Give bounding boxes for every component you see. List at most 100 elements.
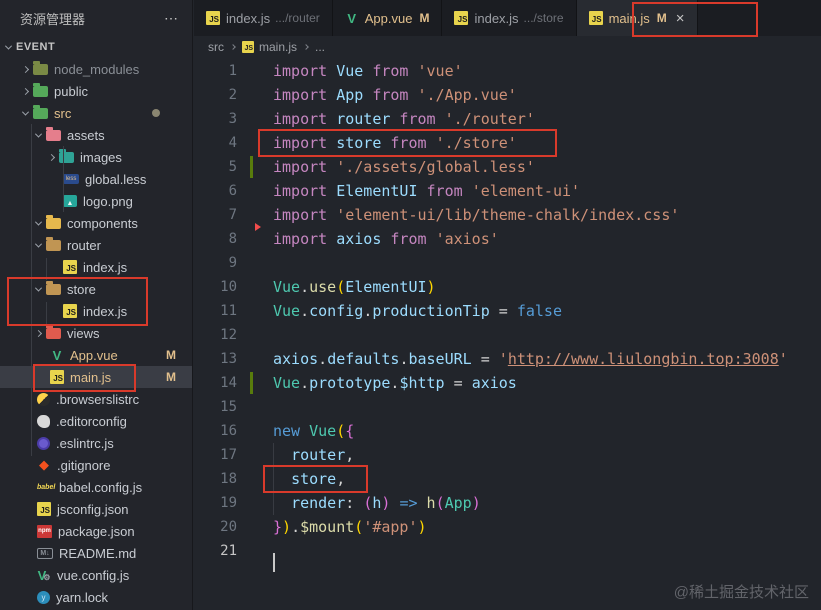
line-number[interactable]: 8 xyxy=(194,223,261,251)
code-editor[interactable]: 1 import Vue from 'vue' 2 import App from '… xyxy=(194,58,821,572)
more-actions-icon[interactable]: ⋯ xyxy=(164,10,180,27)
sidebar-item-main-js[interactable]: JS main.js M xyxy=(0,366,192,388)
line-content[interactable]: Vue.use(ElementUI) xyxy=(259,278,436,296)
sidebar-item-App-vue[interactable]: V App.vue M xyxy=(0,344,192,366)
line-number[interactable]: 17 xyxy=(194,443,259,467)
line-number[interactable]: 10 xyxy=(194,275,259,299)
tab-index.js[interactable]: JS index.js .../store xyxy=(442,0,577,36)
line-content[interactable]: import axios from 'axios' xyxy=(259,230,499,248)
sidebar-item-jsconfig-json[interactable]: JS jsconfig.json xyxy=(0,498,192,520)
code-line-5[interactable]: 5 import './assets/global.less' xyxy=(194,155,821,179)
line-content[interactable]: Vue.prototype.$http = axios xyxy=(259,374,517,392)
line-content[interactable]: import './assets/global.less' xyxy=(259,158,535,176)
token: ' xyxy=(778,350,788,368)
sidebar-item-images[interactable]: images xyxy=(0,146,192,168)
code-line-14[interactable]: 14 Vue.prototype.$http = axios xyxy=(194,371,821,395)
line-number[interactable]: 11 xyxy=(194,299,259,323)
line-number[interactable]: 21 xyxy=(194,539,259,563)
line-number[interactable]: 18 xyxy=(194,467,259,491)
line-content[interactable]: new Vue({ xyxy=(259,422,354,440)
code-line-19[interactable]: 19 render: (h) => h(App) xyxy=(194,491,821,515)
code-line-10[interactable]: 10 Vue.use(ElementUI) xyxy=(194,275,821,299)
code-line-16[interactable]: 16 new Vue({ xyxy=(194,419,821,443)
line-content[interactable]: import App from './App.vue' xyxy=(259,86,517,104)
folder-icon xyxy=(33,83,48,97)
line-content[interactable]: store, xyxy=(259,470,345,488)
sidebar-item-node_modules[interactable]: node_modules xyxy=(0,58,192,80)
line-number[interactable]: 9 xyxy=(194,251,259,275)
sidebar-item-index-js[interactable]: JS index.js xyxy=(0,300,192,322)
breadcrumb-item-main.js[interactable]: main.js xyxy=(259,40,297,54)
line-number[interactable]: 7 xyxy=(194,203,259,227)
code-line-12[interactable]: 12 xyxy=(194,323,821,347)
code-line-13[interactable]: 13 axios.defaults.baseURL = 'http://www.l… xyxy=(194,347,821,371)
line-number[interactable]: 3 xyxy=(194,107,259,131)
sidebar-item-vue-config-js[interactable]: V⚙ vue.config.js xyxy=(0,564,192,586)
close-icon[interactable]: × xyxy=(676,11,685,26)
sidebar-item-index-js[interactable]: JS index.js xyxy=(0,256,192,278)
tab-index.js[interactable]: JS index.js .../router xyxy=(194,0,333,36)
line-number[interactable]: 5 xyxy=(194,155,259,179)
token: . xyxy=(318,350,328,368)
code-line-11[interactable]: 11 Vue.config.productionTip = false xyxy=(194,299,821,323)
tab-bar: JS index.js .../router V App.vue M JS index.js.… xyxy=(194,0,821,36)
line-number[interactable]: 15 xyxy=(194,395,259,419)
line-number[interactable]: 13 xyxy=(194,347,259,371)
sidebar-item-editorconfig[interactable]: .editorconfig xyxy=(0,410,192,432)
code-line-1[interactable]: 1 import Vue from 'vue' xyxy=(194,59,821,83)
breadcrumb-item-...[interactable]: ... xyxy=(315,40,325,54)
line-number[interactable]: 14 xyxy=(194,371,259,395)
sidebar-item-router[interactable]: router xyxy=(0,234,192,256)
line-number[interactable]: 20 xyxy=(194,515,259,539)
code-line-9[interactable]: 9 xyxy=(194,251,821,275)
code-line-15[interactable]: 15 xyxy=(194,395,821,419)
sidebar-item-global-less[interactable]: less global.less xyxy=(0,168,192,190)
sidebar-item-logo-png[interactable]: ▲ logo.png xyxy=(0,190,192,212)
line-number[interactable]: 2 xyxy=(194,83,259,107)
sidebar-item-store[interactable]: store xyxy=(0,278,192,300)
sidebar-item-views[interactable]: views xyxy=(0,322,192,344)
code-line-2[interactable]: 2 import App from './App.vue' xyxy=(194,83,821,107)
sidebar-item-gitignore[interactable]: ◆ .gitignore xyxy=(0,454,192,476)
code-line-21[interactable]: 21 xyxy=(194,539,821,572)
line-content[interactable]: import router from './router' xyxy=(259,110,535,128)
line-content[interactable]: Vue.config.productionTip = false xyxy=(259,302,562,320)
sidebar-item-src[interactable]: src xyxy=(0,102,192,124)
line-number[interactable]: 16 xyxy=(194,419,259,443)
code-line-17[interactable]: 17 router, xyxy=(194,443,821,467)
code-line-18[interactable]: 18 store, xyxy=(194,467,821,491)
sidebar-item-public[interactable]: public xyxy=(0,80,192,102)
sidebar-item-assets[interactable]: assets xyxy=(0,124,192,146)
code-line-20[interactable]: 20}).$mount('#app') xyxy=(194,515,821,539)
line-content[interactable]: render: (h) => h(App) xyxy=(259,494,481,512)
line-content[interactable]: import store from './store' xyxy=(259,134,517,152)
token: ) xyxy=(426,278,436,296)
line-content[interactable]: import Vue from 'vue' xyxy=(259,62,463,80)
line-content[interactable]: }).$mount('#app') xyxy=(259,518,427,536)
workspace-section-header[interactable]: EVENT xyxy=(0,36,192,58)
sidebar-item-browserslistrc[interactable]: .browserslistrc xyxy=(0,388,192,410)
breadcrumb-item-src[interactable]: src xyxy=(208,40,224,54)
line-number[interactable]: 6 xyxy=(194,179,259,203)
sidebar-item-babel-config-js[interactable]: babel babel.config.js xyxy=(0,476,192,498)
line-content[interactable]: import ElementUI from 'element-ui' xyxy=(259,182,580,200)
sidebar-item-README-md[interactable]: M↓ README.md xyxy=(0,542,192,564)
line-number[interactable]: 12 xyxy=(194,323,259,347)
tab-App.vue[interactable]: V App.vue M xyxy=(333,0,443,36)
line-content[interactable]: axios.defaults.baseURL = 'http://www.liu… xyxy=(259,350,788,368)
sidebar-item-components[interactable]: components xyxy=(0,212,192,234)
tab-main.js[interactable]: JS main.js M × xyxy=(576,0,698,36)
code-line-6[interactable]: 6 import ElementUI from 'element-ui' xyxy=(194,179,821,203)
line-number[interactable]: 19 xyxy=(194,491,259,515)
code-line-3[interactable]: 3 import router from './router' xyxy=(194,107,821,131)
js-file-icon: JS xyxy=(63,260,77,274)
sidebar-item-yarn-lock[interactable]: y yarn.lock xyxy=(0,586,192,608)
line-number[interactable]: 4 xyxy=(194,131,259,155)
line-number[interactable]: 1 xyxy=(194,59,259,83)
sidebar-item-package-json[interactable]: npm package.json xyxy=(0,520,192,542)
code-line-4[interactable]: 4 import store from './store' xyxy=(194,131,821,155)
code-line-8[interactable]: 8 import axios from 'axios' xyxy=(194,223,821,251)
code-line-7[interactable]: 7 import 'element-ui/lib/theme-chalk/inde… xyxy=(194,203,821,227)
sidebar-item-eslintrc-js[interactable]: .eslintrc.js xyxy=(0,432,192,454)
line-content[interactable]: import 'element-ui/lib/theme-chalk/index… xyxy=(259,206,679,224)
